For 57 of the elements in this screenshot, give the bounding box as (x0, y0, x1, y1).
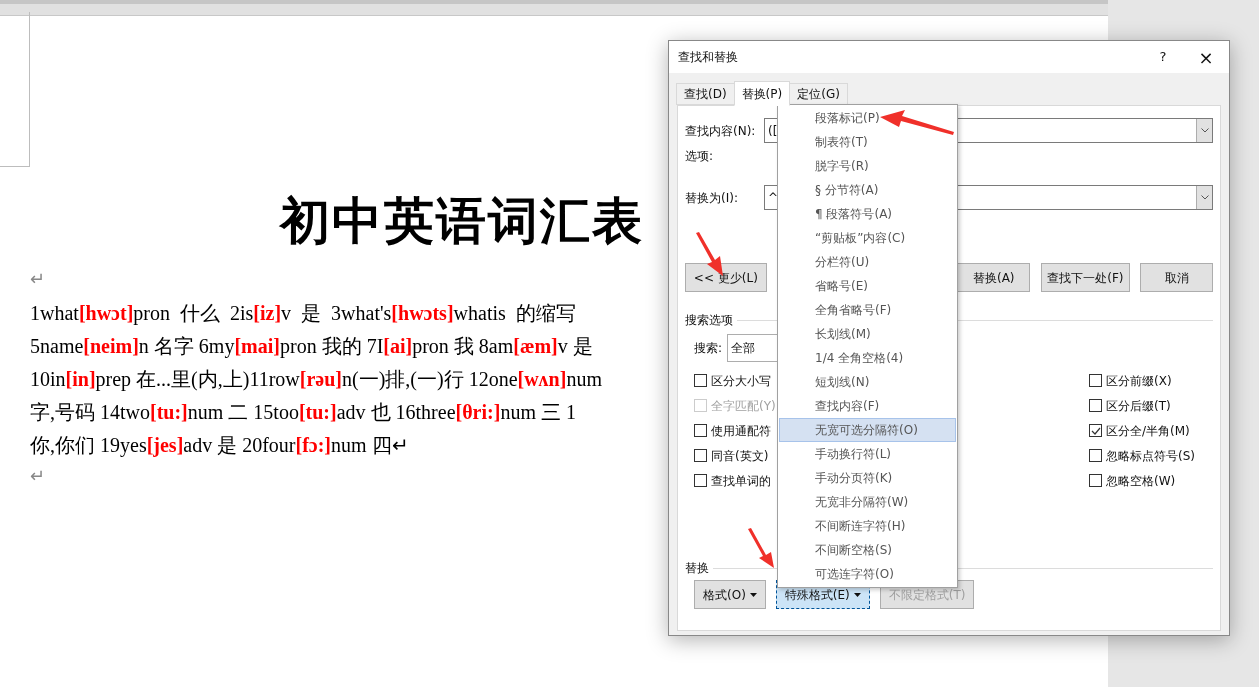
option-label: 忽略标点符号(S) (1106, 447, 1195, 465)
checkbox[interactable] (1089, 374, 1102, 387)
checkbox[interactable] (694, 424, 707, 437)
option-label: 区分全/半角(M) (1106, 422, 1190, 440)
checkbox[interactable] (694, 474, 707, 487)
tab[interactable]: 定位(G) (789, 83, 848, 105)
menu-item[interactable]: 全角省略号(F) (779, 298, 956, 322)
checkbox[interactable] (694, 374, 707, 387)
menu-item[interactable]: 不间断空格(S) (779, 538, 956, 562)
option-label: 忽略空格(W) (1106, 472, 1176, 490)
option-label: 全字匹配(Y) (711, 397, 776, 415)
document-line: 5name[neim]n 名字 6my[mai]pron 我的 7I[ai]pron 我 8am[æm]v 是 (30, 333, 593, 360)
checkbox[interactable] (1089, 449, 1102, 462)
document-line: 1what[hwɔt]pron 什么 2is[iz]v 是 3what's[hwɔts]whatis 的缩写 (30, 300, 576, 327)
option-label: 区分后缀(T) (1106, 397, 1171, 415)
checkbox[interactable] (1089, 399, 1102, 412)
menu-item[interactable]: “剪贴板”内容(C) (779, 226, 956, 250)
option-label: 区分大小写 (711, 372, 771, 390)
document-line: 10in[in]prep 在...里(内,上)11row[rəu]n(一)排,(一)行 12one[wʌn]num (30, 366, 602, 393)
annotation-arrow (747, 528, 777, 570)
option-label: 查找单词的 (711, 472, 771, 490)
option-label: 使用通配符 (711, 422, 771, 440)
menu-item[interactable]: 不间断连字符(H) (779, 514, 956, 538)
cancel-button[interactable]: 取消 (1140, 263, 1213, 292)
options-label: 选项: (685, 148, 714, 165)
help-button[interactable]: ? (1143, 42, 1183, 72)
checkbox[interactable] (694, 449, 707, 462)
menu-item[interactable]: 脱字号(R) (779, 154, 956, 178)
tab[interactable]: 替换(P) (733, 81, 791, 106)
format-button[interactable]: 格式(O) (694, 580, 766, 609)
menu-item[interactable]: 查找内容(F) (779, 394, 956, 418)
document-line: 字,号码 14two[tu:]num 二 15too[tu:]adv 也 16three[θri:]num 三 1 (30, 399, 576, 425)
close-button[interactable]: × (1183, 42, 1229, 72)
menu-item[interactable]: 手动分页符(K) (779, 466, 956, 490)
document-line: 你,你们 19yes[jes]adv 是 20four[fɔ:]num 四↵ (30, 432, 409, 459)
document-title: 初中英语词汇表 (280, 191, 644, 251)
menu-item[interactable]: 手动换行符(L) (779, 442, 956, 466)
menu-item[interactable]: 短划线(N) (779, 370, 956, 394)
paragraph-mark: ↵ (30, 268, 45, 290)
menu-item[interactable]: 无宽可选分隔符(O) (779, 418, 956, 442)
find-next-button[interactable]: 查找下一处(F) (1040, 263, 1131, 292)
paragraph-mark: ↵ (30, 465, 45, 487)
checkbox[interactable] (1089, 474, 1102, 487)
option-label: 区分前缀(X) (1106, 372, 1172, 390)
less-button[interactable]: << 更少(L) (685, 263, 767, 292)
section-label: 替换 (685, 560, 709, 577)
replace-label: 替换为(I): (685, 189, 739, 207)
window-title: 查找和替换 (678, 49, 739, 66)
search-label: 搜索: (694, 340, 723, 357)
menu-item[interactable]: 无宽非分隔符(W) (779, 490, 956, 514)
tab[interactable]: 查找(D) (676, 83, 735, 105)
option-label: 同音(英文) (711, 447, 769, 465)
find-label: 查找内容(N): (685, 122, 757, 140)
caret-icon (749, 592, 757, 597)
caret-icon (853, 592, 861, 597)
checkbox[interactable] (1089, 424, 1102, 437)
section-label: 搜索选项 (685, 312, 733, 329)
